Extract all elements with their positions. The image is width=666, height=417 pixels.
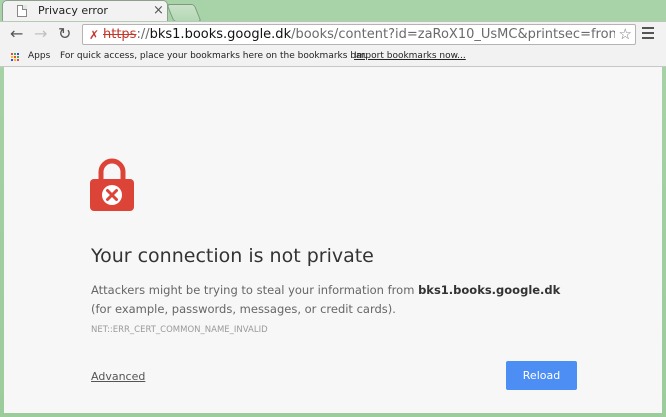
advanced-link[interactable]: Advanced: [91, 370, 145, 383]
url-path: /books/content?id=zaRoX10_UsMC&printsec=…: [291, 27, 615, 42]
explanation-text: Attackers might be trying to steal your …: [91, 281, 561, 340]
page-icon: [17, 5, 27, 17]
error-code[interactable]: NET::ERR_CERT_COMMON_NAME_INVALID: [91, 325, 268, 335]
toolbar: ← → ↻ ✗ https://bks1.books.google.dk/boo…: [0, 21, 666, 48]
back-arrow-icon[interactable]: ←: [10, 25, 23, 43]
browser-window: Privacy error × ← → ↻ ✗ https://bks1.boo…: [0, 0, 666, 417]
tab-title: Privacy error: [38, 4, 108, 17]
menu-icon[interactable]: [642, 27, 654, 42]
forward-arrow-icon[interactable]: →: [34, 25, 47, 43]
close-icon[interactable]: ×: [153, 3, 164, 18]
interstitial-page: Your connection is not private Attackers…: [4, 67, 662, 413]
padlock-error-icon: [90, 158, 134, 211]
import-bookmarks-link[interactable]: Import bookmarks now...: [354, 51, 466, 61]
star-icon[interactable]: ☆: [619, 25, 632, 43]
insecure-lock-icon[interactable]: ✗: [89, 28, 99, 42]
page-title: Your connection is not private: [91, 245, 374, 267]
url-host: bks1.books.google.dk: [149, 27, 292, 42]
url-scheme: https: [103, 27, 137, 42]
new-tab-button[interactable]: [166, 4, 202, 22]
url-separator: ://: [136, 27, 150, 42]
apps-label[interactable]: Apps: [28, 51, 50, 61]
body-suffix: (for example, passwords, messages, or cr…: [91, 302, 396, 316]
tab-privacy-error[interactable]: Privacy error ×: [2, 0, 168, 22]
reload-button[interactable]: Reload: [506, 361, 577, 390]
address-bar[interactable]: ✗ https://bks1.books.google.dk/books/con…: [82, 24, 636, 45]
body-host: bks1.books.google.dk: [418, 283, 561, 297]
reload-icon[interactable]: ↻: [58, 25, 71, 43]
body-prefix: Attackers might be trying to steal your …: [91, 283, 419, 297]
bookmarks-hint: For quick access, place your bookmarks h…: [60, 51, 368, 61]
url-text[interactable]: https://bks1.books.google.dk/books/conte…: [103, 26, 615, 43]
bookmarks-bar: Apps For quick access, place your bookma…: [0, 48, 666, 67]
apps-icon[interactable]: [11, 53, 20, 62]
